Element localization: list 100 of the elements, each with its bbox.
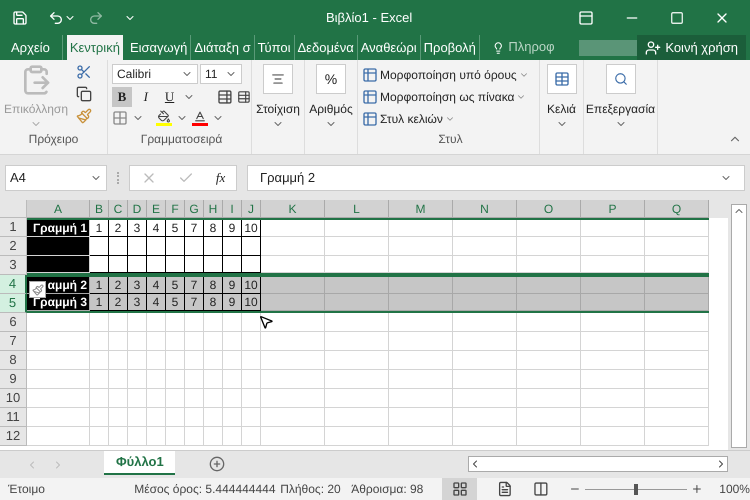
formula-field[interactable]: Γραμμή 2 bbox=[247, 164, 745, 190]
column-header[interactable]: F bbox=[166, 200, 185, 218]
font-style-button[interactable]: B bbox=[112, 87, 132, 107]
grid-cell bbox=[581, 351, 645, 370]
vertical-scrollbar[interactable] bbox=[728, 200, 750, 450]
font-color-icon[interactable] bbox=[192, 110, 208, 126]
grid-cell bbox=[90, 237, 109, 256]
row-header[interactable]: 7 bbox=[0, 332, 27, 351]
grid-cell bbox=[109, 351, 128, 370]
insert-function-button[interactable]: fx bbox=[216, 168, 226, 188]
ribbon-tab[interactable]: Κεντρική bbox=[66, 35, 123, 60]
column-header[interactable]: G bbox=[185, 200, 204, 218]
column-header[interactable]: P bbox=[581, 200, 645, 218]
ribbon-options-icon[interactable] bbox=[578, 10, 594, 26]
share-button[interactable]: Κοινή χρήση bbox=[637, 35, 746, 60]
cell-text: 10 bbox=[242, 277, 261, 294]
row-header[interactable]: 9 bbox=[0, 370, 27, 389]
font-name-field[interactable]: Calibri bbox=[112, 64, 198, 84]
column-header[interactable]: M bbox=[389, 200, 453, 218]
name-box[interactable]: A4 bbox=[5, 164, 107, 190]
cell-text: 3 bbox=[128, 294, 147, 311]
scissors-icon[interactable] bbox=[76, 64, 92, 80]
style-menu-button[interactable]: Μορφοποίηση ως πίνακα bbox=[362, 86, 539, 108]
save-icon[interactable] bbox=[12, 10, 28, 26]
row-header[interactable]: 8 bbox=[0, 351, 27, 370]
column-header[interactable]: I bbox=[223, 200, 242, 218]
normal-view-icon[interactable] bbox=[452, 481, 468, 497]
add-sheet-icon[interactable] bbox=[209, 456, 225, 472]
grid-cell bbox=[204, 351, 223, 370]
style-menu-button[interactable]: Στυλ κελιών bbox=[362, 108, 539, 130]
lightbulb-icon bbox=[492, 40, 504, 56]
alignment-button[interactable]: Στοίχιση bbox=[256, 100, 300, 118]
borders-icon[interactable] bbox=[112, 110, 128, 126]
page-layout-icon[interactable] bbox=[497, 481, 514, 497]
grid-cell bbox=[389, 370, 453, 389]
column-header[interactable]: K bbox=[261, 200, 325, 218]
grid-cell bbox=[128, 237, 147, 256]
search-icon[interactable] bbox=[606, 64, 636, 94]
fill-color-icon[interactable] bbox=[156, 110, 172, 126]
tell-me-field[interactable]: Πληροφ bbox=[508, 36, 555, 56]
row-header[interactable]: 5 bbox=[0, 294, 27, 313]
column-header[interactable]: L bbox=[325, 200, 389, 218]
column-header[interactable]: O bbox=[517, 200, 581, 218]
row-header[interactable]: 12 bbox=[0, 427, 27, 446]
column-header[interactable]: A bbox=[27, 200, 90, 218]
grid-cell bbox=[453, 256, 517, 273]
column-header[interactable]: C bbox=[109, 200, 128, 218]
copy-icon[interactable] bbox=[76, 86, 92, 102]
cells-icon[interactable] bbox=[546, 64, 576, 94]
cells-button[interactable]: Κελιά bbox=[547, 100, 576, 118]
zoom-in-icon[interactable] bbox=[691, 483, 704, 495]
row-header[interactable]: 2 bbox=[0, 237, 27, 256]
grid-cell bbox=[325, 277, 389, 294]
zoom-slider-thumb[interactable] bbox=[634, 484, 638, 494]
grid-cell bbox=[27, 237, 90, 256]
grid-cell bbox=[223, 351, 242, 370]
page-break-icon[interactable] bbox=[533, 481, 550, 497]
grid-cell bbox=[453, 389, 517, 408]
font-size-field[interactable]: 11 bbox=[200, 64, 242, 84]
column-header[interactable]: D bbox=[128, 200, 147, 218]
cell-text: 7 bbox=[185, 277, 204, 294]
grid-cell bbox=[128, 332, 147, 351]
column-header[interactable]: J bbox=[242, 200, 261, 218]
grid-cell bbox=[128, 408, 147, 427]
sheet-tab[interactable]: Φύλλο1 bbox=[104, 451, 175, 475]
percent-icon[interactable]: % bbox=[316, 64, 346, 94]
grid-cell bbox=[325, 408, 389, 427]
font-style-button[interactable]: U bbox=[160, 87, 180, 107]
row-header[interactable]: 6 bbox=[0, 313, 27, 332]
grid-cell bbox=[27, 408, 90, 427]
column-header[interactable]: H bbox=[204, 200, 223, 218]
column-header[interactable]: N bbox=[453, 200, 517, 218]
row-header[interactable]: 3 bbox=[0, 256, 27, 275]
grid-cell bbox=[389, 294, 453, 311]
horizontal-scrollbar[interactable] bbox=[468, 456, 728, 472]
column-header[interactable]: Q bbox=[645, 200, 709, 218]
cell-text: 4 bbox=[147, 294, 166, 311]
alignment-icon[interactable] bbox=[263, 64, 293, 94]
editing-button[interactable]: Επεξεργασία bbox=[586, 100, 656, 118]
grid-cell bbox=[453, 370, 517, 389]
cell-text: 1 bbox=[90, 220, 109, 237]
column-header[interactable]: B bbox=[90, 200, 109, 218]
zoom-level[interactable]: 100% bbox=[719, 480, 750, 498]
grid-cell bbox=[261, 220, 325, 237]
undo-icon[interactable] bbox=[48, 10, 64, 26]
font-style-button[interactable]: I bbox=[136, 87, 156, 107]
row-header[interactable]: 11 bbox=[0, 408, 27, 427]
maximize-icon[interactable] bbox=[670, 10, 684, 24]
grid-cell bbox=[147, 332, 166, 351]
row-header[interactable]: 4 bbox=[0, 275, 27, 294]
row-header[interactable]: 1 bbox=[0, 218, 27, 237]
number-button[interactable]: Αριθμός bbox=[309, 100, 353, 118]
paste-options-icon[interactable] bbox=[29, 281, 46, 298]
style-menu-button[interactable]: Μορφοποίηση υπό όρους bbox=[362, 64, 539, 86]
row-header[interactable]: 10 bbox=[0, 389, 27, 408]
grid-cell bbox=[645, 427, 709, 446]
count-text: Πλήθος: 20 bbox=[280, 481, 342, 498]
grid-cell bbox=[453, 351, 517, 370]
column-header[interactable]: E bbox=[147, 200, 166, 218]
cell-text: 5 bbox=[166, 294, 185, 311]
